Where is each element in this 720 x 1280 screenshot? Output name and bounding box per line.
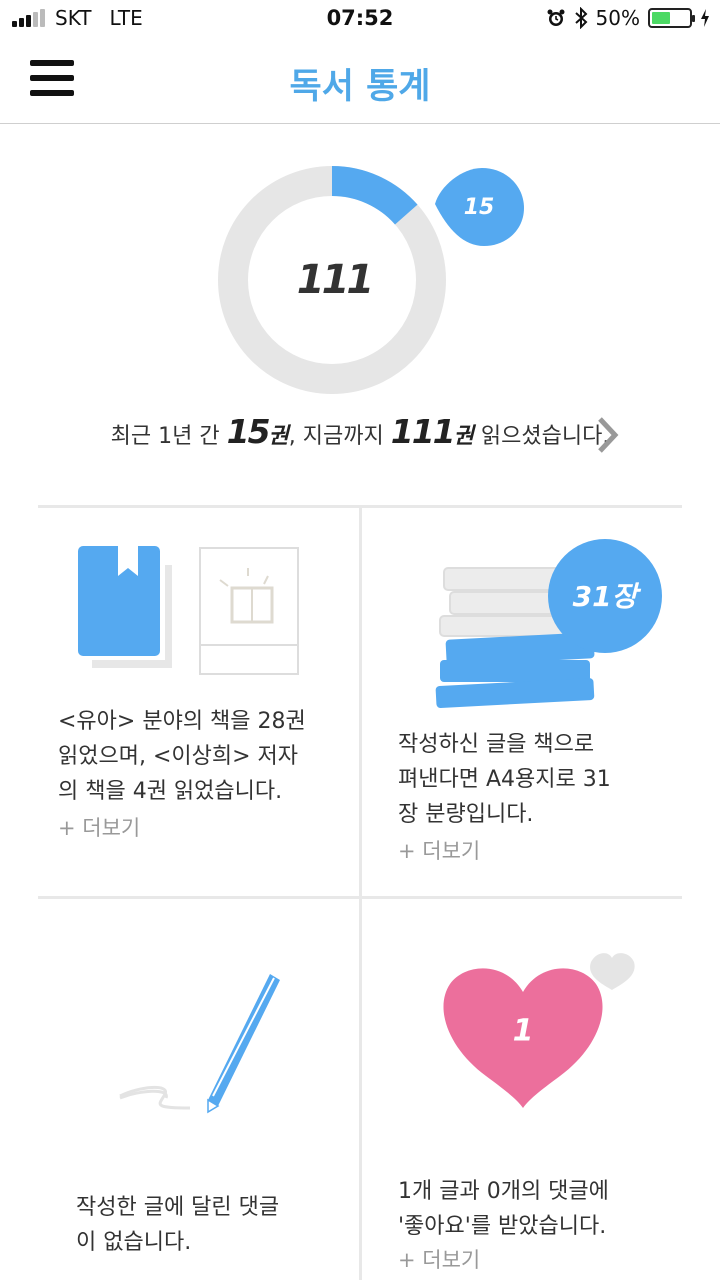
battery-percent: 50% — [595, 6, 640, 30]
alarm-icon — [547, 9, 565, 26]
status-bar: SKT LTE 07:52 50% — [0, 0, 720, 40]
summary-recent-count: 15 — [226, 412, 271, 451]
pages-more-link[interactable]: + 더보기 — [398, 835, 480, 865]
chevron-right-icon[interactable] — [596, 416, 620, 454]
page-title: 독서 통계 — [289, 67, 431, 107]
likes-stat-text: 1개 글과 0개의 댓글에 '좋아요'를 받았습니다. — [398, 1179, 609, 1239]
divider — [359, 508, 362, 896]
battery-icon — [648, 8, 695, 28]
reading-donut-chart: 15 111 — [218, 166, 524, 394]
app-header: 독서 통계 — [0, 40, 720, 124]
recent-count-label: 15 — [464, 195, 495, 220]
book-stack-icon: 31장 — [435, 539, 662, 708]
comments-stat-text: 작성한 글에 달린 댓글 이 없습니다. — [76, 1195, 280, 1255]
divider — [359, 899, 362, 1280]
genre-more-link[interactable]: + 더보기 — [58, 812, 140, 842]
summary-total-count: 111 — [390, 412, 456, 451]
pencil-icon — [119, 974, 280, 1114]
bluetooth-icon — [574, 7, 587, 29]
likes-more-link[interactable]: + 더보기 — [398, 1244, 480, 1274]
heart-icon: 1 — [443, 953, 635, 1108]
pages-stat-text: 작성하신 글을 책으로 펴낸다면 A4용지로 31 장 분량입니다. — [398, 732, 611, 827]
book-icon — [78, 546, 299, 675]
like-count-label: 1 — [513, 1014, 534, 1049]
donut-recent-arc — [331, 166, 418, 225]
charging-icon — [701, 9, 709, 27]
pages-badge-label: 31장 — [573, 580, 642, 613]
genre-stat-text: <유아> 분야의 책을 28권 읽었으며, <이상희> 저자 의 책을 4권 읽… — [58, 709, 306, 804]
total-count-label: 111 — [297, 257, 372, 303]
